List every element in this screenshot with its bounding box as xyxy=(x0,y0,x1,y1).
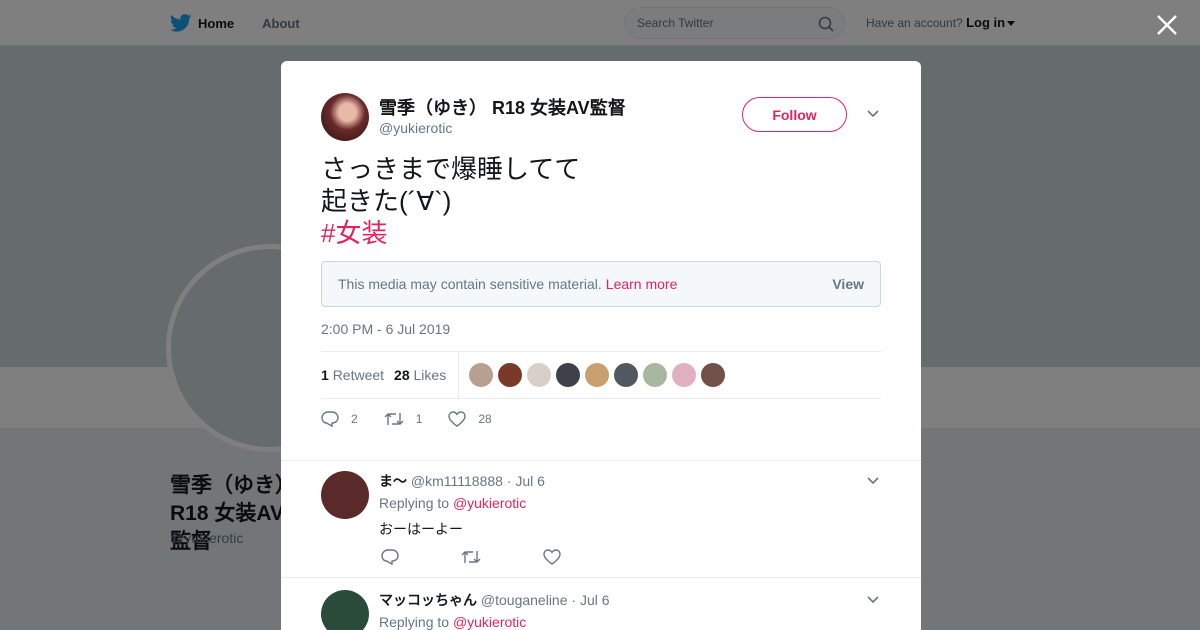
chevron-down-icon[interactable] xyxy=(867,110,879,118)
like-count: 28 xyxy=(394,367,410,383)
retweet-label: Retweet xyxy=(332,367,385,383)
sensitive-media-notice: This media may contain sensitive materia… xyxy=(321,261,881,307)
replying-to: Replying to @yukierotic xyxy=(379,614,526,630)
liker-avatar[interactable] xyxy=(614,363,639,387)
sensitive-text: This media may contain sensitive materia… xyxy=(338,276,602,292)
reply-count: 2 xyxy=(351,412,358,426)
mention-link[interactable]: @yukierotic xyxy=(453,495,526,511)
reply-icon[interactable] xyxy=(381,549,399,565)
retweet-count: 1 xyxy=(321,367,329,383)
avatar[interactable] xyxy=(321,590,369,630)
tweet-text-line: さっきまで爆睡してて xyxy=(321,154,581,184)
tweet-text-line: 起きた(´∀`) xyxy=(321,186,452,216)
avatar[interactable] xyxy=(321,471,369,519)
liker-avatar[interactable] xyxy=(701,363,726,387)
reply-author-name[interactable]: ま～ xyxy=(379,473,407,489)
tweet-actions: 2 1 28 xyxy=(321,411,518,427)
liker-avatar[interactable] xyxy=(498,363,523,387)
retweet-icon xyxy=(384,413,404,425)
like-label: Likes xyxy=(413,367,447,383)
close-icon[interactable] xyxy=(1154,12,1180,38)
retweet-action-count: 1 xyxy=(415,412,423,426)
chevron-down-icon[interactable] xyxy=(867,477,879,485)
liker-avatar[interactable] xyxy=(643,363,668,387)
tweet-text: さっきまで爆睡してて 起きた(´∀`) #女装 xyxy=(321,153,580,249)
reply-date[interactable]: · Jul 6 xyxy=(507,473,545,489)
heart-icon xyxy=(448,411,467,427)
reply-action[interactable]: 2 xyxy=(321,411,358,427)
reply-header: マッコッちゃん @touganeline · Jul 6 xyxy=(379,590,610,610)
replying-to: Replying to @yukierotic xyxy=(379,495,526,511)
like-action[interactable]: 28 xyxy=(448,411,492,427)
divider xyxy=(458,351,460,399)
reply-actions xyxy=(381,549,623,565)
reply-tweet[interactable]: ま～ @km11118888 · Jul 6 Replying to @yuki… xyxy=(281,460,921,578)
avatar[interactable] xyxy=(321,93,369,141)
reply-date[interactable]: · Jul 6 xyxy=(571,592,609,608)
tweet-modal: 雪季（ゆき） R18 女装AV監督 @yukierotic Follow さっき… xyxy=(281,61,921,630)
liker-avatar[interactable] xyxy=(585,363,610,387)
reply-tweet[interactable]: マッコッちゃん @touganeline · Jul 6 Replying to… xyxy=(281,577,921,630)
like-stat[interactable]: 28 Likes xyxy=(394,367,446,383)
reply-author-handle[interactable]: @km11118888 xyxy=(411,473,503,489)
view-button[interactable]: View xyxy=(832,276,864,292)
liker-avatar[interactable] xyxy=(556,363,581,387)
hashtag-link[interactable]: #女装 xyxy=(321,217,580,249)
liker-avatar[interactable] xyxy=(672,363,697,387)
chevron-down-icon[interactable] xyxy=(867,596,879,604)
likers-avatars xyxy=(469,363,730,387)
mention-link[interactable]: @yukierotic xyxy=(453,614,526,630)
author-name[interactable]: 雪季（ゆき） R18 女装AV監督 xyxy=(379,94,626,120)
replying-to-label: Replying to xyxy=(379,495,450,511)
retweet-stat[interactable]: 1 Retweet xyxy=(321,367,384,383)
retweet-icon[interactable] xyxy=(461,549,481,565)
reply-author-handle[interactable]: @touganeline xyxy=(481,592,568,608)
reply-icon xyxy=(321,411,339,427)
liker-avatar[interactable] xyxy=(469,363,494,387)
reply-text: おーはーよー xyxy=(379,521,463,537)
retweet-action[interactable]: 1 xyxy=(384,411,423,427)
like-action-count: 28 xyxy=(478,412,492,426)
tweet-stats: 1 Retweet 28 Likes xyxy=(321,351,881,399)
heart-icon[interactable] xyxy=(543,549,561,565)
learn-more-link[interactable]: Learn more xyxy=(606,276,678,292)
tweet-timestamp[interactable]: 2:00 PM - 6 Jul 2019 xyxy=(321,321,450,337)
replying-to-label: Replying to xyxy=(379,614,450,630)
liker-avatar[interactable] xyxy=(527,363,552,387)
author-handle[interactable]: @yukierotic xyxy=(379,120,452,136)
reply-author-name[interactable]: マッコッちゃん xyxy=(379,592,477,608)
reply-header: ま～ @km11118888 · Jul 6 xyxy=(379,471,545,491)
follow-button[interactable]: Follow xyxy=(742,97,847,132)
